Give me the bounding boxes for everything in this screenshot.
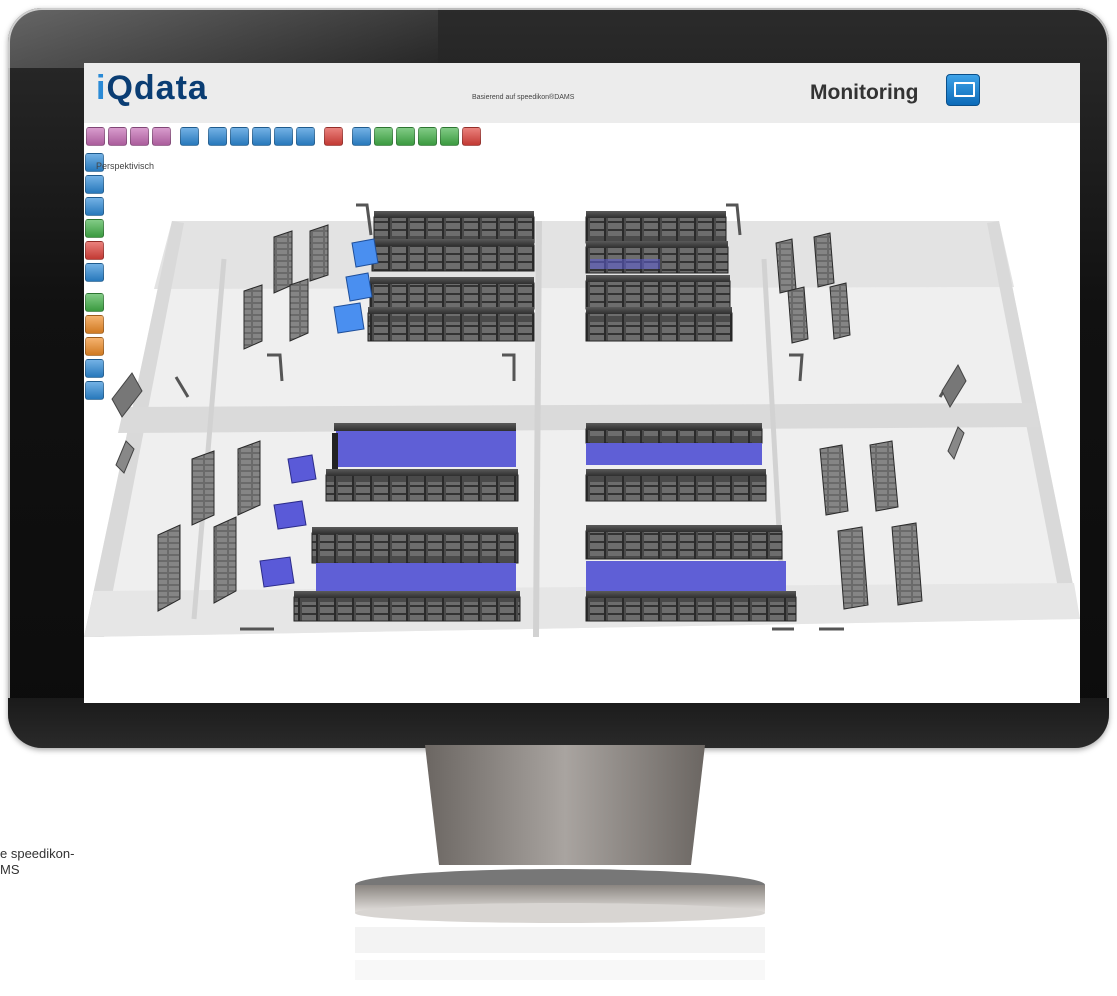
rack-list-icon[interactable] <box>208 127 227 146</box>
rack-detail-icon[interactable] <box>230 127 249 146</box>
logo-text: Qdata <box>106 69 208 107</box>
caption-text: e speedikon- MS <box>0 846 74 878</box>
monitor-chin <box>8 698 1109 748</box>
zoom-in-icon[interactable] <box>86 127 105 146</box>
app-header: iQdata Basierend auf speedikon®DAMS Moni… <box>84 63 1080 123</box>
rack-rows-upper-right <box>585 211 733 342</box>
toolbar <box>84 125 564 147</box>
alarm-icon[interactable] <box>324 127 343 146</box>
cable-icon[interactable] <box>352 127 371 146</box>
info-icon[interactable] <box>396 127 415 146</box>
monitor-frame: iQdata Basierend auf speedikon®DAMS Moni… <box>8 8 1109 748</box>
app-logo: iQdata <box>96 69 208 108</box>
datacenter-3d-view[interactable] <box>84 159 1080 703</box>
view-3d-icon[interactable] <box>252 127 271 146</box>
flag-icon[interactable] <box>440 127 459 146</box>
server-icon[interactable] <box>274 127 293 146</box>
export-icon[interactable] <box>462 127 481 146</box>
app-screen: iQdata Basierend auf speedikon®DAMS Moni… <box>84 63 1080 703</box>
zoom-out-icon[interactable] <box>108 127 127 146</box>
layer-icon[interactable] <box>374 127 393 146</box>
app-tagline: Basierend auf speedikon®DAMS <box>472 94 575 101</box>
caption-line-1: e speedikon- <box>0 846 75 861</box>
report-icon[interactable] <box>418 127 437 146</box>
monitor-icon[interactable] <box>296 127 315 146</box>
mode-title: Monitoring <box>810 81 919 104</box>
monitor-stand-base <box>355 869 765 980</box>
caption-line-2: MS <box>0 862 20 877</box>
logo-prefix: i <box>96 69 107 107</box>
monitoring-icon[interactable] <box>946 74 980 106</box>
monitor-stand-neck <box>425 745 705 865</box>
pan-icon[interactable] <box>130 127 149 146</box>
floor-plan-icon[interactable] <box>180 127 199 146</box>
rotate-view-icon[interactable] <box>152 127 171 146</box>
monitor-gloss <box>8 8 438 68</box>
center-partition <box>533 220 542 638</box>
